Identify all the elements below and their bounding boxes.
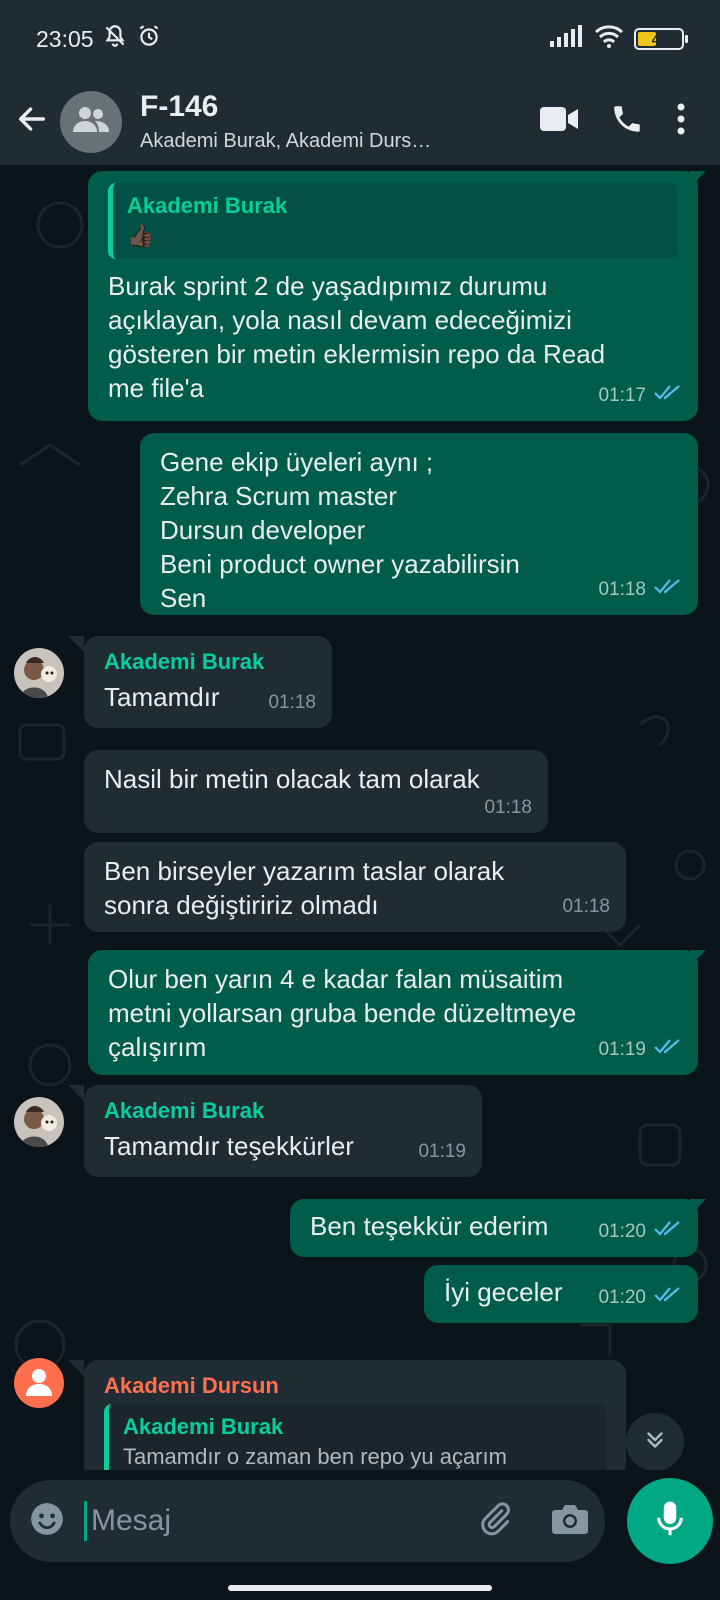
sender-name: Akademi Burak [104, 649, 265, 674]
double-check-icon [654, 1033, 682, 1067]
double-check-icon [654, 573, 682, 607]
battery-icon: 40 [634, 28, 688, 50]
battery-level: 40 [651, 31, 667, 47]
default-person-icon [24, 1366, 54, 1401]
message-incoming[interactable]: Akademi Burak Tamamdır teşekkürler 01:19 [84, 1085, 482, 1177]
message-meta: 01:18 [598, 573, 682, 607]
wifi-icon [594, 24, 624, 54]
sender-name: Akademi Dursun [104, 1373, 279, 1398]
paperclip-icon [477, 1501, 513, 1541]
bubble-tail [690, 1199, 706, 1215]
sender-avatar[interactable] [14, 1358, 64, 1408]
group-avatar[interactable] [60, 90, 122, 153]
message-text: Ben birseyler yazarım taslar olarak sonr… [104, 856, 505, 920]
chat-header: F-146 Akademi Burak, Akademi Durs… [0, 78, 720, 165]
signal-icon [550, 25, 584, 53]
phone-icon [610, 102, 644, 141]
status-time: 23:05 [36, 25, 94, 52]
message-meta: 01:18 [562, 890, 610, 924]
voice-message-button[interactable] [627, 1478, 713, 1564]
message-time: 01:18 [268, 692, 316, 713]
smiley-icon [28, 1502, 66, 1542]
double-check-icon [654, 1215, 682, 1249]
emoji-button[interactable] [28, 1500, 66, 1543]
chat-title: F-146 [140, 90, 219, 123]
scroll-to-bottom-button[interactable] [626, 1413, 684, 1470]
sender-avatar[interactable] [14, 648, 64, 698]
more-vertical-icon [676, 103, 686, 140]
message-outgoing[interactable]: İyi geceler 01:20 [424, 1265, 698, 1323]
video-call-button[interactable] [540, 106, 578, 137]
double-check-icon [654, 379, 682, 413]
chat-members: Akademi Burak, Akademi Durs… [140, 130, 432, 152]
chevron-double-down-icon [642, 1427, 668, 1458]
video-camera-icon [540, 106, 578, 137]
message-time: 01:18 [562, 896, 610, 917]
message-text: Nasil bir metin olacak tam olarak [104, 764, 480, 794]
quoted-message[interactable]: Akademi Burak 👍🏿 [108, 183, 678, 259]
message-time: 01:19 [598, 1039, 646, 1060]
message-meta: 01:18 [268, 686, 316, 720]
message-text: Burak sprint 2 de yaşadıpımız durumu açı… [108, 271, 606, 403]
alarm-icon [136, 23, 162, 55]
message-text: Olur ben yarın 4 e kadar falan müsaitim … [108, 964, 577, 1062]
message-incoming[interactable]: Akademi Dursun Akademi Burak Tamamdır o … [84, 1360, 626, 1470]
quote-text: 👍🏿 [127, 223, 155, 248]
back-button[interactable] [4, 92, 60, 152]
quote-author: Akademi Burak [127, 193, 288, 218]
message-outgoing[interactable]: Akademi Burak 👍🏿 Burak sprint 2 de yaşad… [88, 171, 698, 421]
chat-info[interactable]: F-146 Akademi Burak, Akademi Durs… [140, 90, 480, 153]
voice-call-button[interactable] [610, 102, 644, 141]
camera-icon [551, 1504, 589, 1540]
message-time: 01:20 [598, 1287, 646, 1308]
camera-button[interactable] [551, 1502, 589, 1541]
group-icon [71, 104, 111, 139]
message-meta: 01:17 [598, 379, 682, 413]
message-time: 01:20 [598, 1221, 646, 1242]
message-text: Tamamdır teşekkürler [104, 1131, 354, 1161]
sender-avatar[interactable] [14, 1097, 64, 1147]
quote-author: Akademi Burak [123, 1414, 284, 1439]
microphone-icon [655, 1500, 685, 1543]
message-composer [10, 1480, 605, 1562]
quote-text: Tamamdır o zaman ben repo yu açarım [123, 1444, 507, 1469]
bubble-tail [690, 950, 706, 966]
mute-bell-icon [102, 23, 128, 55]
quoted-message[interactable]: Akademi Burak Tamamdır o zaman ben repo … [104, 1404, 606, 1470]
bubble-tail [68, 1360, 84, 1376]
bubble-tail [68, 636, 84, 652]
message-incoming[interactable]: Akademi Burak Tamamdır 01:18 [84, 636, 332, 728]
bubble-tail [690, 171, 706, 187]
message-incoming[interactable]: Ben birseyler yazarım taslar olarak sonr… [84, 842, 626, 932]
message-time: 01:19 [418, 1141, 466, 1162]
message-outgoing[interactable]: Olur ben yarın 4 e kadar falan müsaitim … [88, 950, 698, 1075]
message-meta: 01:20 [598, 1215, 682, 1249]
arrow-left-icon [15, 102, 49, 141]
message-time: 01:18 [484, 797, 532, 818]
message-input[interactable] [84, 1501, 477, 1541]
bubble-tail [68, 1085, 84, 1101]
home-indicator[interactable] [228, 1585, 492, 1591]
message-outgoing[interactable]: Gene ekip üyeleri aynı ; Zehra Scrum mas… [140, 433, 698, 615]
attach-button[interactable] [477, 1501, 513, 1542]
message-meta: 01:18 [484, 791, 532, 825]
top-bar: 23:05 40 F-146 Akademi Burak, Akademi Du… [0, 0, 720, 165]
more-options-button[interactable] [676, 103, 686, 140]
chat-messages[interactable]: Akademi Burak 👍🏿 Burak sprint 2 de yaşad… [0, 165, 720, 1470]
double-check-icon [654, 1281, 682, 1315]
status-bar: 23:05 40 [0, 0, 720, 78]
message-time: 01:17 [598, 385, 646, 406]
message-meta: 01:19 [598, 1033, 682, 1067]
message-incoming[interactable]: Nasil bir metin olacak tam olarak 01:18 [84, 750, 548, 833]
message-meta: 01:20 [598, 1281, 682, 1315]
message-outgoing[interactable]: Ben teşekkür ederim 01:20 [290, 1199, 698, 1257]
message-time: 01:18 [598, 579, 646, 600]
message-meta: 01:19 [418, 1135, 466, 1169]
sender-name: Akademi Burak [104, 1098, 265, 1123]
